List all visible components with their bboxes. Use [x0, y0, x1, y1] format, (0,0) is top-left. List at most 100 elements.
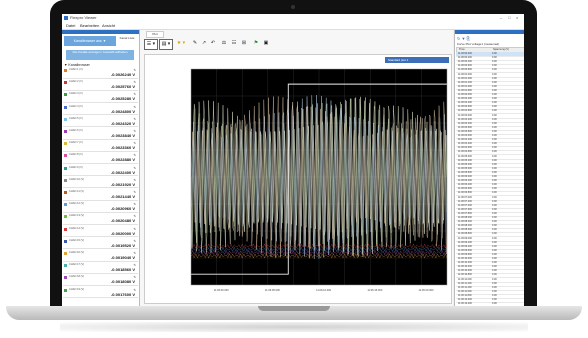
cursor-icon[interactable]: ↗: [200, 39, 208, 48]
channel-list-label[interactable]: Kanal Liste: [118, 36, 136, 46]
value-cell: 0.00: [492, 187, 497, 191]
value-cell: 0.00: [492, 216, 497, 219]
show-all-channels-button[interactable]: Alle Kanäle anzeigen / Auswahl aufheben: [66, 50, 134, 60]
value-cell: 0.00: [492, 93, 497, 96]
channel-row[interactable]: CHAN 15 (V) ✎ -0.0019520 V: [63, 239, 138, 250]
menu-item-ansicht[interactable]: Ansicht: [102, 23, 115, 28]
value-cell: 0.00: [492, 224, 497, 228]
value-cell: 0.00: [492, 240, 497, 244]
value-cell: 0.00: [492, 244, 497, 248]
channel-color-swatch[interactable]: [64, 93, 67, 97]
channel-color-swatch[interactable]: [64, 154, 67, 158]
channel-color-swatch[interactable]: [64, 105, 67, 109]
time-cell: 11:06:00.000: [458, 52, 472, 55]
minimize-icon[interactable]: –: [500, 15, 502, 20]
channel-value: -0.0021920 V: [110, 181, 135, 187]
channel-row[interactable]: CHAN 12 (V) ✎ -0.0020960 V: [63, 202, 138, 213]
channel-color-swatch[interactable]: [64, 215, 67, 219]
filter-icon[interactable]: ▼: [461, 36, 465, 41]
time-cell: 11:06:02.800: [458, 109, 472, 113]
tab-plot[interactable]: Plot: [146, 31, 164, 38]
value-cell: 0.00: [492, 183, 497, 187]
channel-value: -0.0020960 V: [110, 206, 135, 212]
channel-row[interactable]: CHAN 19 (V) ✎ -0.0017600 V: [63, 288, 138, 299]
channel-color-swatch[interactable]: [64, 264, 67, 268]
time-cell: 11:06:11.000: [458, 277, 472, 281]
value-cell: 0.00: [492, 56, 497, 60]
time-cell: 11:06:11.400: [458, 285, 472, 289]
time-cell: 11:06:00.800: [458, 68, 472, 72]
channel-row[interactable]: CHAN 2 (V) ✎ -0.0025760 V: [63, 80, 138, 91]
channel-color-swatch[interactable]: [64, 130, 67, 133]
channel-row[interactable]: CHAN 14 (V) ✎ -0.0020000 V: [63, 227, 138, 238]
channel-browser-button[interactable]: Kanalbrowser aus ▼: [64, 36, 116, 46]
channel-color-swatch[interactable]: [64, 227, 67, 231]
column-header-value[interactable]: Spannung (V): [493, 48, 509, 51]
maximize-icon[interactable]: □: [508, 15, 510, 20]
column-header-time[interactable]: Time: [459, 48, 465, 51]
time-cell: 11:06:11.600: [458, 289, 472, 293]
panel-tab-strip: [62, 30, 139, 34]
channel-color-swatch[interactable]: [64, 252, 67, 255]
marker-icon[interactable]: ⚑: [252, 39, 260, 48]
value-cell: 0.00: [492, 129, 497, 133]
layout-dropdown[interactable]: ☰ ▾: [144, 39, 158, 50]
channel-name: CHAN 3 (V): [69, 92, 83, 96]
channel-row[interactable]: CHAN 18 (V) ✎ -0.0018080 V: [63, 275, 138, 286]
grid-icon[interactable]: ☷: [230, 39, 238, 48]
channel-row[interactable]: CHAN 11 (V) ✎ -0.0021440 V: [63, 190, 138, 201]
channel-color-swatch[interactable]: [64, 178, 67, 182]
channel-row[interactable]: CHAN 10 (V) ✎ -0.0021920 V: [63, 178, 138, 189]
chart-canvas[interactable]: [145, 55, 451, 303]
menu-bar: Datei Bearbeiten Ansicht: [62, 22, 524, 30]
channel-color-swatch[interactable]: [64, 288, 67, 292]
channel-row[interactable]: CHAN 3 (V) ✎ -0.0025280 V: [63, 92, 138, 103]
channel-color-swatch[interactable]: [64, 166, 67, 170]
value-cell: 0.00: [492, 248, 497, 252]
value-cell: 0.00: [492, 150, 497, 154]
channel-row[interactable]: CHAN 4 (V) ✎ -0.0024800 V: [63, 105, 138, 116]
channel-row[interactable]: CHAN 6 (V) ✎ -0.0023840 V: [63, 129, 138, 140]
channel-value: -0.0018080 V: [110, 279, 135, 285]
channel-color-swatch[interactable]: [64, 69, 67, 72]
table-icon[interactable]: ⊞: [240, 39, 248, 48]
menu-item-datei[interactable]: Datei: [66, 23, 75, 28]
value-cell: 0.00: [492, 220, 497, 224]
channel-color-swatch[interactable]: [64, 239, 67, 243]
channel-browser-header[interactable]: ▼ Kanalbrowser: [64, 63, 90, 67]
undo-icon[interactable]: ↶: [209, 39, 217, 48]
refresh-icon[interactable]: ↻: [457, 36, 460, 41]
channel-row[interactable]: CHAN 5 (V) ✎ -0.0024320 V: [63, 117, 138, 128]
time-cell: 11:06:00.600: [458, 64, 472, 68]
channel-color-swatch[interactable]: [64, 117, 67, 121]
channel-row[interactable]: CHAN 7 (V) ✎ -0.0023360 V: [63, 141, 138, 152]
channel-color-swatch[interactable]: [64, 191, 67, 194]
menu-item-bearbeiten[interactable]: Bearbeiten: [80, 23, 99, 28]
channel-row[interactable]: CHAN 8 (V) ✎ -0.0022880 V: [63, 153, 138, 164]
channel-value: -0.0020000 V: [110, 230, 135, 236]
channel-row[interactable]: CHAN 16 (V) ✎ -0.0019040 V: [63, 251, 138, 262]
pen-icon[interactable]: ✎: [191, 39, 199, 48]
channel-row[interactable]: CHAN 1 (V) ✎ -0.0026240 V: [63, 68, 138, 79]
scale-icon[interactable]: ⚖: [220, 39, 228, 48]
time-cell: 11:06:06.000: [458, 175, 472, 178]
x-tick-label: 11:06:20.000: [418, 289, 434, 292]
channel-color-swatch[interactable]: [64, 142, 67, 146]
time-cell: 11:06:12.000: [458, 298, 472, 301]
x-tick-label: 11:06:15.000: [367, 289, 383, 292]
channel-color-swatch[interactable]: [64, 203, 67, 207]
favorite-dropdown[interactable]: ★ ▾: [175, 39, 187, 48]
close-icon[interactable]: ×: [516, 15, 518, 20]
channel-color-swatch[interactable]: [64, 276, 67, 280]
export-icon[interactable]: ▣: [262, 39, 270, 48]
channel-name: CHAN 14 (V): [69, 226, 85, 230]
channel-color-swatch[interactable]: [64, 81, 67, 85]
value-cell: 0.00: [492, 158, 497, 162]
copy-icon[interactable]: ⎘: [467, 36, 470, 41]
channel-value: -0.0020480 V: [110, 218, 135, 224]
view-dropdown[interactable]: ▤ ▾: [159, 39, 173, 50]
channel-row[interactable]: CHAN 13 (V) ✎ -0.0020480 V: [63, 214, 138, 225]
value-cell: 0.00: [492, 298, 497, 301]
channel-row[interactable]: CHAN 9 (V) ✎ -0.0022400 V: [63, 166, 138, 177]
channel-row[interactable]: CHAN 17 (V) ✎ -0.0018560 V: [63, 263, 138, 274]
